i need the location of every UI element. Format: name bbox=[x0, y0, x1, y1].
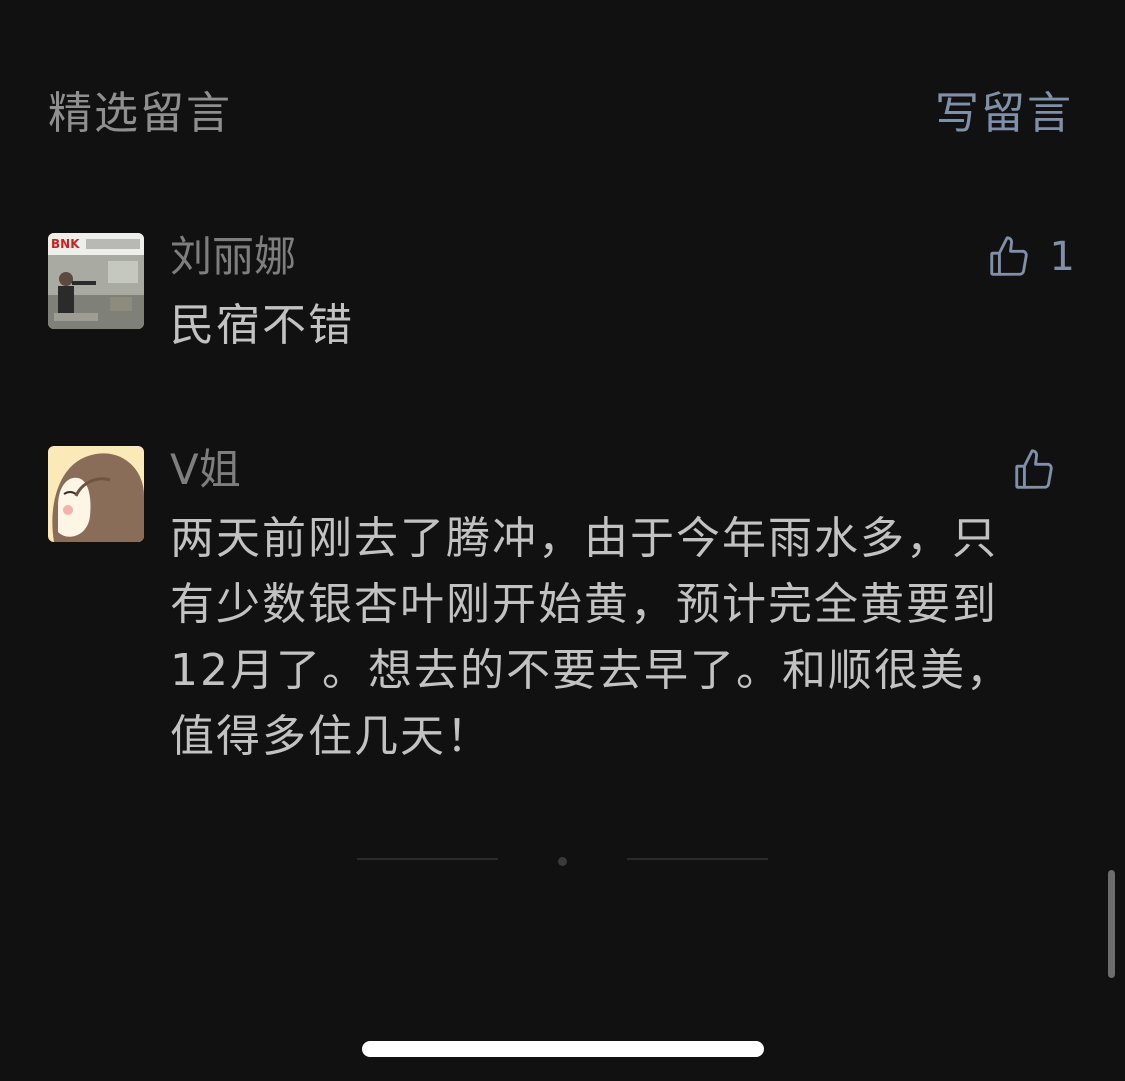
end-divider-dot bbox=[558, 857, 567, 866]
like-count: 1 bbox=[1049, 234, 1075, 280]
write-comment-button[interactable]: 写留言 bbox=[935, 86, 1073, 142]
thumbs-up-icon bbox=[1015, 449, 1053, 489]
like-button[interactable] bbox=[1011, 446, 1075, 494]
comment-content: 民宿不错 bbox=[170, 300, 354, 351]
comment-item: BNK 刘丽娜 民宿不错 1 bbox=[48, 233, 1075, 363]
avatar-photo: BNK bbox=[48, 233, 144, 329]
end-divider-right bbox=[627, 858, 768, 860]
avatar-illustration bbox=[48, 446, 144, 542]
avatar[interactable]: BNK bbox=[48, 233, 144, 329]
home-indicator[interactable] bbox=[362, 1041, 764, 1057]
comment-content: 两天前刚去了腾冲，由于今年雨水多，只有少数银杏叶刚开始黄，预计完全黄要到12月了… bbox=[170, 513, 1012, 762]
end-divider-left bbox=[357, 858, 498, 860]
comment-author: V姐 bbox=[170, 445, 241, 494]
svg-text:BNK: BNK bbox=[51, 237, 80, 251]
avatar[interactable] bbox=[48, 446, 144, 542]
like-button[interactable]: 1 bbox=[986, 233, 1075, 281]
scrollbar[interactable] bbox=[1108, 870, 1115, 978]
comment-author: 刘丽娜 bbox=[170, 232, 297, 281]
comment-item: V姐 两天前刚去了腾冲，由于今年雨水多，只有少数银杏叶刚开始黄，预计完全黄要到1… bbox=[48, 446, 1075, 776]
section-title: 精选留言 bbox=[48, 88, 232, 139]
thumbs-up-icon bbox=[989, 236, 1028, 276]
